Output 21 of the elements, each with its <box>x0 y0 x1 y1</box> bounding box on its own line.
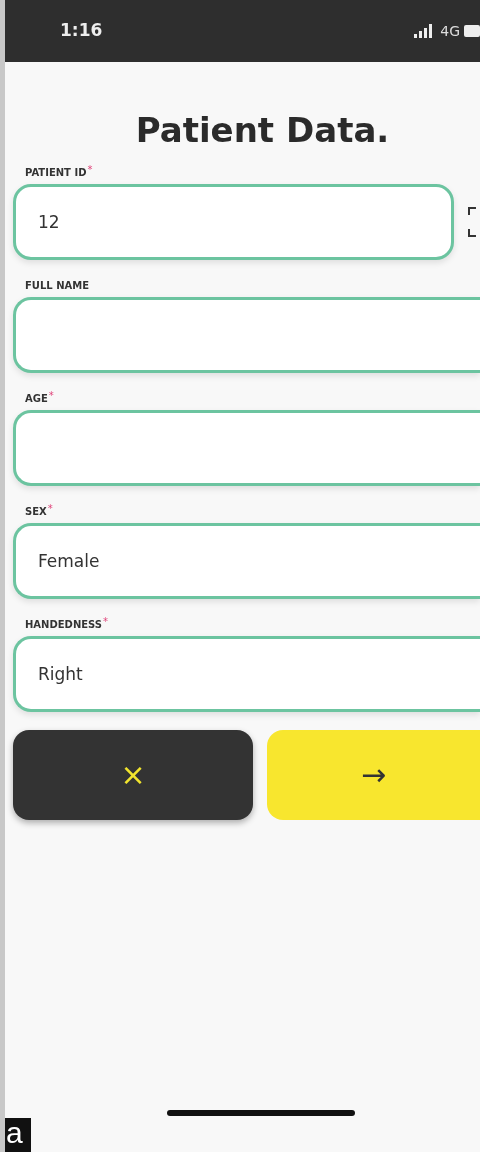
input-field[interactable]: 12 <box>13 183 455 260</box>
required-mark: * <box>103 616 109 627</box>
input-field[interactable]: Female <box>13 522 480 599</box>
next-button[interactable]: → <box>267 729 480 820</box>
input-field[interactable]: Right <box>13 635 480 712</box>
input-field[interactable] <box>13 409 480 486</box>
cancel-button[interactable]: × <box>13 729 253 820</box>
page-title: Patient Data. <box>134 110 391 151</box>
field-label: PATIENT ID <box>25 165 87 180</box>
clock-time: 1:16 <box>60 19 103 43</box>
field-label: HANDEDNESS <box>25 617 103 632</box>
field-label: FULL NAME <box>25 278 90 293</box>
battery-icon <box>464 25 480 37</box>
input-field[interactable] <box>13 296 480 373</box>
panel-label: a <box>5 1118 31 1152</box>
required-mark: * <box>48 390 54 401</box>
required-mark: * <box>47 503 53 514</box>
field-label: SEX <box>25 504 47 519</box>
network-type: 4G <box>440 21 460 41</box>
field-label: AGE <box>25 391 48 406</box>
required-mark: * <box>87 164 93 175</box>
